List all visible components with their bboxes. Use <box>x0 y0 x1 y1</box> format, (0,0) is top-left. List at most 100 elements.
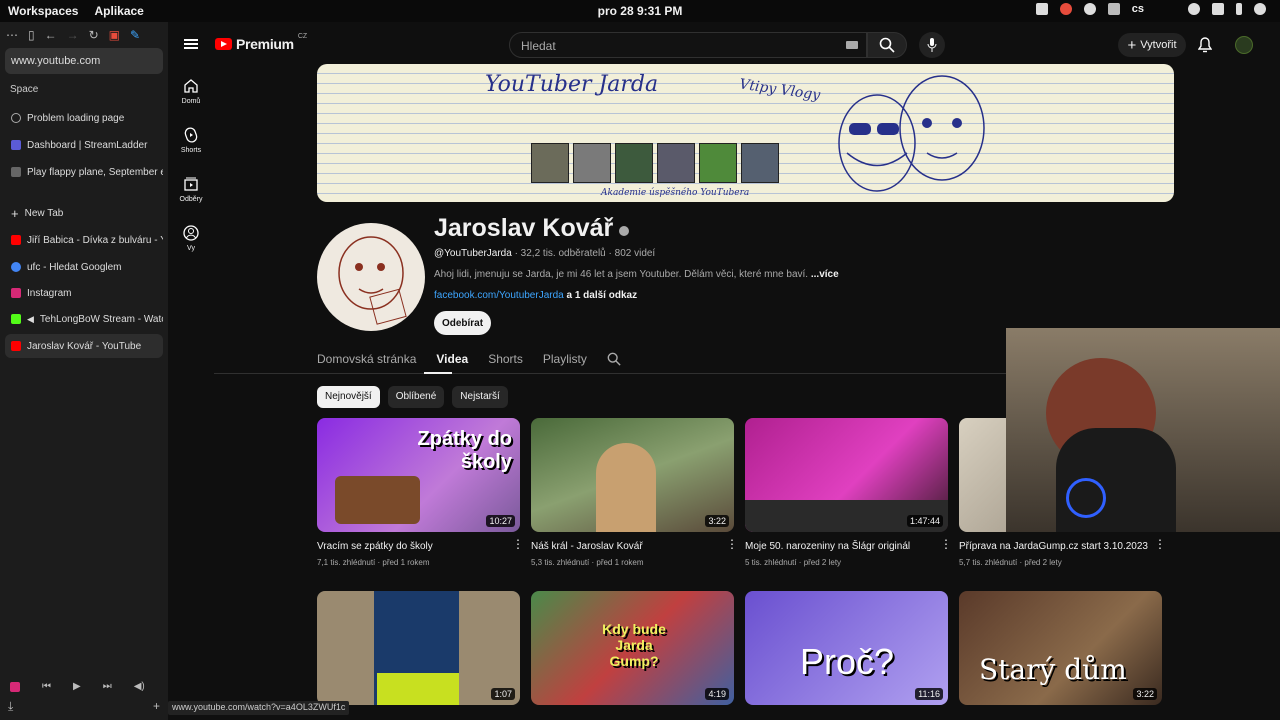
nav-you[interactable]: Vy <box>168 225 214 252</box>
discord-icon[interactable] <box>1107 3 1120 15</box>
account-avatar[interactable] <box>1235 36 1253 54</box>
microphone-light <box>1066 478 1106 518</box>
verified-icon <box>619 225 630 236</box>
video-thumbnail[interactable]: 1:07 <box>317 591 520 705</box>
more-options-icon[interactable]: ⋮ <box>726 538 738 550</box>
sidebar-toggle-icon[interactable]: ▯ <box>28 28 35 42</box>
volume-icon[interactable] <box>1212 3 1224 15</box>
microphone-icon <box>927 38 937 52</box>
microphone-icon[interactable] <box>1236 3 1242 15</box>
more-options-icon[interactable]: ⋮ <box>940 538 952 550</box>
channel-description[interactable]: Ahoj lidi, jmenuju se Jarda, je mi 46 le… <box>434 269 839 280</box>
video-card[interactable]: Kdy bude Jarda Gump? 4:19 <box>531 591 734 705</box>
video-thumbnail[interactable]: 3:22 <box>531 418 734 532</box>
url-bar[interactable]: www.youtube.com <box>5 48 163 74</box>
video-thumbnail[interactable]: Zpátky do školy 10:27 <box>317 418 520 532</box>
voice-search-button[interactable] <box>919 32 945 58</box>
pinned-tab[interactable]: Problem loading page <box>5 106 163 130</box>
channel-handle: @YouTuberJarda <box>434 248 512 259</box>
play-icon[interactable]: ▶ <box>73 681 81 692</box>
pinned-tab[interactable]: Dashboard | StreamLadder <box>5 133 163 157</box>
more-link[interactable]: ...více <box>811 269 839 280</box>
previous-icon[interactable]: ⏮ <box>42 681 51 692</box>
tab-label: TehLongBoW Stream - Watch <box>39 313 163 325</box>
video-meta: 7,1 tis. zhlédnutí · před 1 rokem <box>317 558 430 567</box>
channel-search-icon[interactable] <box>607 352 621 366</box>
extension2-icon[interactable]: ✎ <box>130 28 140 42</box>
tab[interactable]: ufc - Hledat Googlem <box>5 255 163 279</box>
search-placeholder: Hledat <box>521 39 556 53</box>
nav-shorts[interactable]: Shorts <box>168 127 214 154</box>
tab-label: Play flappy plane, September ed <box>27 166 163 178</box>
tab[interactable]: ◀ TehLongBoW Stream - Watch <box>5 307 163 331</box>
more-icon[interactable]: ⋯ <box>6 28 18 42</box>
banner-photo <box>741 143 779 183</box>
video-card[interactable]: Zpátky do školy 10:27 Vracím se zpátky d… <box>317 418 524 567</box>
keyboard-icon[interactable] <box>846 41 858 49</box>
video-thumbnail[interactable]: Starý dům 3:22 <box>959 591 1162 705</box>
facebook-link[interactable]: facebook.com/YoutuberJarda <box>434 290 564 301</box>
new-tab-button[interactable]: + New Tab <box>5 201 163 225</box>
channel-avatar[interactable] <box>317 223 425 331</box>
channel-meta: @YouTuberJarda · 32,2 tis. odběratelů · … <box>434 248 655 259</box>
volume-icon[interactable]: ◀) <box>134 681 145 692</box>
video-title[interactable]: Náš král - Jaroslav Kovář <box>531 541 734 552</box>
video-card[interactable]: 1:47:44 Moje 50. narozeniny na Šlágr ori… <box>745 418 952 567</box>
subscribe-button[interactable]: Odebírat <box>434 311 491 335</box>
video-title[interactable]: Moje 50. narozeniny na Šlágr originál <box>745 541 948 552</box>
more-links[interactable]: a 1 další odkaz <box>564 290 637 301</box>
wifi-icon[interactable] <box>1188 3 1200 15</box>
nav-label: Shorts <box>180 147 202 154</box>
video-card[interactable]: Proč? 11:16 <box>745 591 948 705</box>
chip-newest[interactable]: Nejnovější <box>317 386 380 408</box>
power-icon[interactable] <box>1254 3 1266 15</box>
search-input[interactable]: Hledat <box>509 32 867 58</box>
next-icon[interactable]: ⏭ <box>103 681 112 692</box>
subscriptions-icon <box>184 177 198 191</box>
video-card[interactable]: Starý dům 3:22 <box>959 591 1162 705</box>
search-button[interactable] <box>867 32 907 58</box>
video-thumbnail[interactable]: 1:47:44 <box>745 418 948 532</box>
tab[interactable]: Instagram <box>5 281 163 305</box>
pinned-tab[interactable]: Play flappy plane, September ed <box>5 160 163 184</box>
nav-label: Domů <box>181 98 201 105</box>
forward-icon[interactable]: → <box>67 28 79 42</box>
record-icon[interactable] <box>1059 3 1072 15</box>
apps-menu[interactable]: Aplikace <box>94 4 143 18</box>
youtube-logo[interactable]: Premium CZ <box>215 33 307 52</box>
video-title[interactable]: Příprava na JardaGump.cz start 3.10.2023 <box>959 541 1162 552</box>
tab-home[interactable]: Domovská stránka <box>317 352 416 366</box>
tab-active[interactable]: Jaroslav Kovář - YouTube <box>5 334 163 358</box>
window-icon[interactable] <box>1035 3 1048 15</box>
video-title[interactable]: Vracím se zpátky do školy <box>317 541 520 552</box>
chip-popular[interactable]: Oblíbené <box>387 386 445 408</box>
keyboard-layout[interactable]: cs <box>1132 3 1144 15</box>
chip-oldest[interactable]: Nejstarší <box>452 386 508 408</box>
notifications-icon[interactable] <box>1198 37 1212 53</box>
tab-shorts[interactable]: Shorts <box>488 352 523 366</box>
video-card[interactable]: 3:22 Náš král - Jaroslav Kovář 5,3 tis. … <box>531 418 738 567</box>
nav-subscriptions[interactable]: Odběry <box>168 176 214 203</box>
video-thumbnail[interactable]: Proč? 11:16 <box>745 591 948 705</box>
steam-icon[interactable] <box>1083 3 1096 15</box>
tab-videos[interactable]: Videa <box>436 352 468 366</box>
banner-photos <box>531 143 779 183</box>
speaker-icon[interactable]: ◀ <box>27 314 34 325</box>
add-icon[interactable]: + <box>153 699 160 714</box>
download-icon[interactable]: ⤓ <box>8 699 13 714</box>
create-button[interactable]: + Vytvořit <box>1118 33 1186 57</box>
banner-photo <box>573 143 611 183</box>
reload-icon[interactable]: ↻ <box>89 28 99 42</box>
nav-home[interactable]: Domů <box>168 78 214 105</box>
workspaces-menu[interactable]: Workspaces <box>8 4 78 18</box>
video-meta: 5,7 tis. zhlédnutí · před 2 lety <box>959 558 1062 567</box>
more-options-icon[interactable]: ⋮ <box>1154 538 1166 550</box>
extension-icon[interactable]: ▣ <box>109 28 120 42</box>
back-icon[interactable]: ← <box>45 28 57 42</box>
menu-icon[interactable] <box>184 39 198 49</box>
more-options-icon[interactable]: ⋮ <box>512 538 524 550</box>
video-card[interactable]: 1:07 <box>317 591 520 705</box>
tab-playlists[interactable]: Playlisty <box>543 352 587 366</box>
tab[interactable]: Jiří Babica - Dívka z bulváru - Yo <box>5 228 163 252</box>
video-thumbnail[interactable]: Kdy bude Jarda Gump? 4:19 <box>531 591 734 705</box>
